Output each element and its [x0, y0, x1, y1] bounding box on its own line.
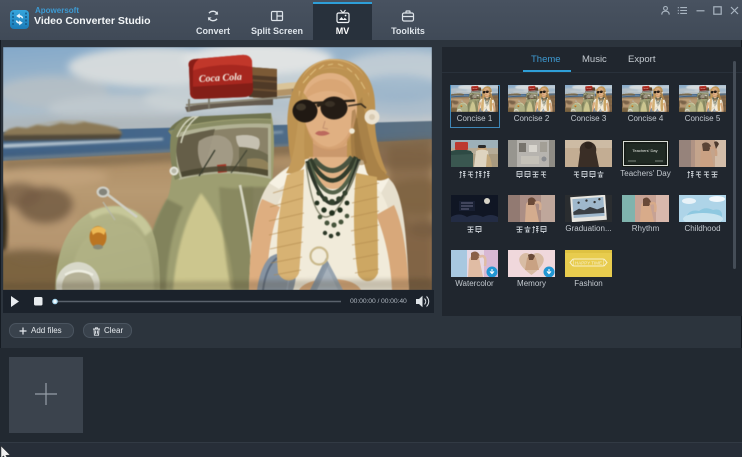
svg-text:Coca Cola: Coca Cola	[199, 72, 243, 85]
svg-text:HAPPY TIME: HAPPY TIME	[575, 261, 602, 266]
svg-text:Teachers' Day: Teachers' Day	[632, 148, 657, 153]
